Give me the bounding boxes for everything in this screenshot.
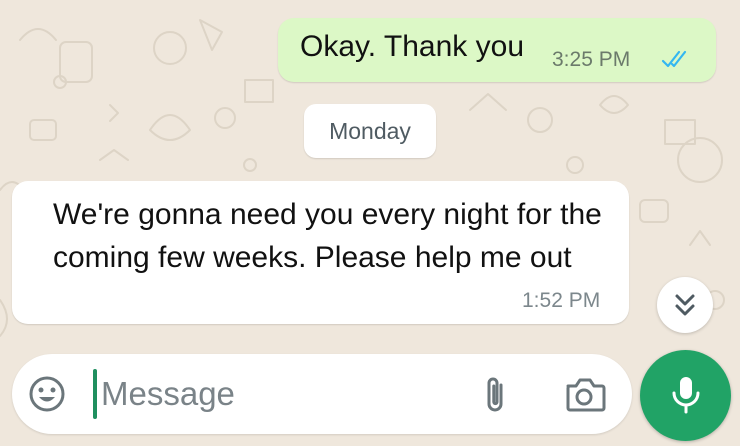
- date-separator: Monday: [304, 104, 436, 158]
- double-check-icon: [661, 50, 687, 68]
- message-timestamp: 1:52 PM: [522, 289, 601, 312]
- incoming-message-bubble[interactable]: We're gonna need you every night for the…: [12, 181, 629, 324]
- double-chevron-down-icon: [675, 294, 695, 316]
- message-text: We're gonna need you every night for the…: [53, 198, 602, 274]
- paperclip-icon[interactable]: [480, 372, 510, 416]
- smiley-icon[interactable]: [27, 374, 67, 414]
- microphone-icon: [672, 377, 700, 414]
- camera-icon[interactable]: [562, 374, 606, 414]
- message-text: Okay. Thank you: [300, 30, 525, 63]
- message-input[interactable]: [101, 368, 461, 420]
- message-composer: [12, 354, 632, 434]
- outgoing-message-bubble[interactable]: Okay. Thank you 3:25 PM: [278, 18, 716, 82]
- message-timestamp: 3:25 PM: [552, 48, 631, 71]
- scroll-to-bottom-button[interactable]: [657, 277, 713, 333]
- voice-record-button[interactable]: [640, 350, 731, 441]
- text-cursor: [93, 369, 97, 419]
